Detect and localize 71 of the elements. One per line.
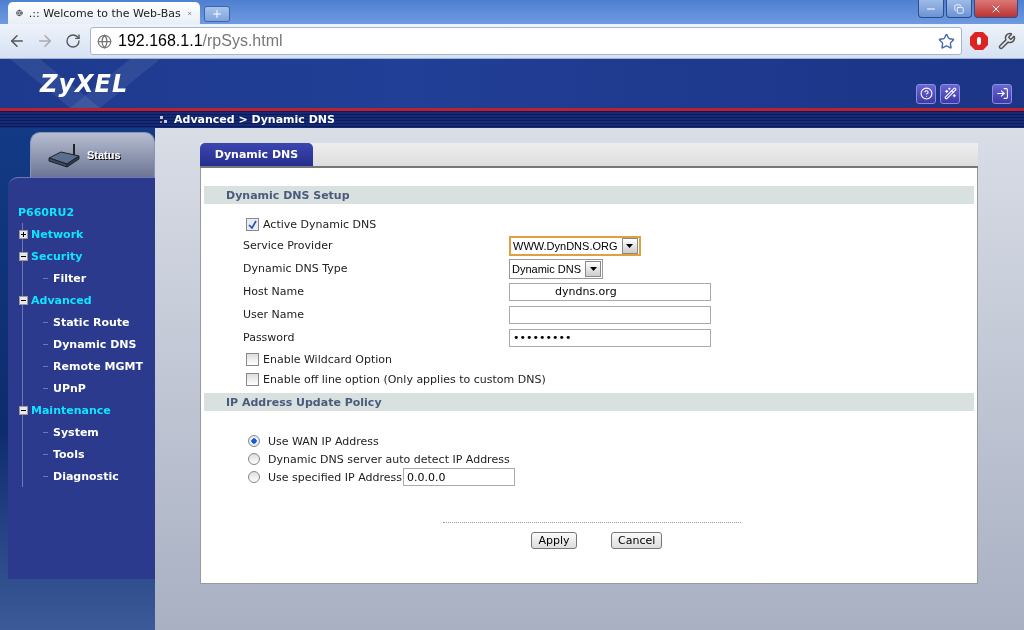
section-title: Dynamic DNS Setup [204,186,974,204]
star-icon[interactable] [938,32,955,50]
nav-item[interactable]: System [53,425,99,439]
zyxel-logo: ZyXEL [40,69,129,98]
checkbox[interactable] [246,352,259,366]
collapse-icon[interactable] [19,405,28,415]
nav-group[interactable]: Security [31,249,83,263]
nav-group[interactable]: Maintenance [31,403,111,417]
breadcrumb-icon [160,115,168,124]
globe-icon [97,33,112,49]
input-field[interactable]: 0.0.0.0 [403,468,515,486]
minimize-button[interactable] [918,0,944,18]
input-field[interactable]: dyndns.org [509,282,711,301]
field-label: Password [243,331,296,344]
plus-icon [211,8,223,20]
field-label: User Name [243,308,306,321]
radio-label: Use WAN IP Address [268,434,379,448]
router-icon [47,142,81,168]
radio-button[interactable] [248,435,260,447]
checkbox-label: Enable off line option (Only applies to custom DNS) [263,372,546,386]
radio-label: Dynamic DNS server auto detect IP Address [268,452,510,466]
field-label: Service Provider [243,239,334,252]
radio-button[interactable] [248,471,260,483]
nav-item[interactable]: Dynamic DNS [53,337,137,351]
caret-icon [585,260,602,277]
device-model: P660RU2 [18,206,76,221]
nav-group[interactable]: Network [31,227,84,241]
dropdown[interactable]: WWW.DynDNS.ORG [509,235,641,256]
apply-button[interactable]: Apply [531,532,577,549]
wand-icon[interactable] [940,83,960,104]
nav-group[interactable]: Advanced [31,293,92,307]
nav-item[interactable]: Remote MGMT [53,359,143,373]
expand-icon[interactable] [19,229,28,239]
url-host: 192.168.1.1 [118,32,203,50]
wrench-icon[interactable] [996,30,1018,52]
help-icon[interactable] [916,83,936,104]
nav-item[interactable]: Diagnostic [53,469,119,483]
logout-icon[interactable] [992,83,1012,104]
browser-tab[interactable]: .:: Welcome to the Web-Bas [8,2,200,24]
checkbox[interactable] [246,372,259,386]
url-path: /rpSys.html [202,32,283,50]
stop-sign-icon[interactable] [968,30,990,52]
radio-label: Use specified IP Address [268,470,402,484]
forward-arrow-icon [36,32,54,50]
nav-item[interactable]: Tools [53,447,85,461]
input-field[interactable]: ••••••••• [509,328,711,347]
new-tab-button[interactable] [204,6,230,22]
reload-icon [65,33,81,49]
restore-button[interactable] [946,0,972,18]
address-bar[interactable]: 192.168.1.1/rpSys.html [90,27,962,55]
nav-item[interactable]: Filter [53,271,87,285]
radio-button[interactable] [248,453,260,465]
checkbox[interactable] [246,217,259,231]
field-label: Host Name [243,285,305,298]
breadcrumb: Advanced > Dynamic DNS [174,113,335,126]
restore-icon [954,3,964,14]
checkbox-label: Enable Wildcard Option [263,352,392,366]
nav-item[interactable]: Static Route [53,315,130,329]
checkbox-label: Active Dynamic DNS [263,217,377,231]
cancel-button[interactable]: Cancel [611,532,663,549]
caret-icon [621,237,638,254]
field-label: Dynamic DNS Type [243,262,349,275]
tab-title: .:: Welcome to the Web-Bas [28,6,181,20]
page-tab[interactable]: Dynamic DNS [200,143,313,166]
nav-item[interactable]: UPnP [53,381,86,395]
dropdown[interactable]: Dynamic DNS [509,258,604,279]
collapse-icon[interactable] [19,295,28,305]
collapse-icon[interactable] [19,251,28,261]
close-button[interactable] [974,0,1018,18]
section-title: IP Address Update Policy [204,393,974,411]
input-field[interactable] [509,305,711,324]
